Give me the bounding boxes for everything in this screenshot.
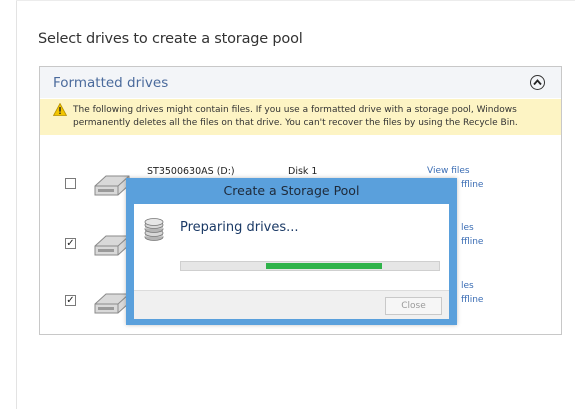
window-top-edge [16,0,575,1]
take-offline-link[interactable]: ffline [461,295,483,305]
drive-checkbox[interactable]: ✓ [65,238,76,249]
dialog-message: Preparing drives... [180,220,299,235]
chevron-up-icon [533,79,542,86]
warning-bar: The following drives might contain files… [40,99,561,135]
window-left-edge [16,0,17,409]
take-offline-link[interactable]: ffline [461,237,483,247]
drive-checkbox[interactable] [65,178,76,189]
dialog-footer: Close [134,290,449,319]
panel-header[interactable]: Formatted drives [40,67,561,98]
progress-fill [266,263,382,269]
panel-header-title: Formatted drives [53,75,169,91]
view-files-link[interactable]: View files [427,166,470,176]
drive-name: ST3500630AS (D:) [147,166,235,177]
view-files-link[interactable]: les [461,223,474,233]
drive-disk: Disk 1 [288,166,318,177]
progress-bar [180,261,440,271]
dialog-body: Preparing drives... Close [134,204,449,319]
take-offline-link[interactable]: ffline [461,180,483,190]
warning-icon [53,103,67,116]
create-storage-pool-dialog: Create a Storage Pool Preparing drives..… [126,178,457,325]
collapse-button[interactable] [530,75,545,90]
dialog-title: Create a Storage Pool [223,183,360,198]
page-title: Select drives to create a storage pool [38,31,303,47]
close-button[interactable]: Close [385,297,442,315]
view-files-link[interactable]: les [461,281,474,291]
drive-checkbox[interactable]: ✓ [65,295,76,306]
storage-pool-icon [144,218,164,241]
warning-text: The following drives might contain files… [73,105,518,128]
